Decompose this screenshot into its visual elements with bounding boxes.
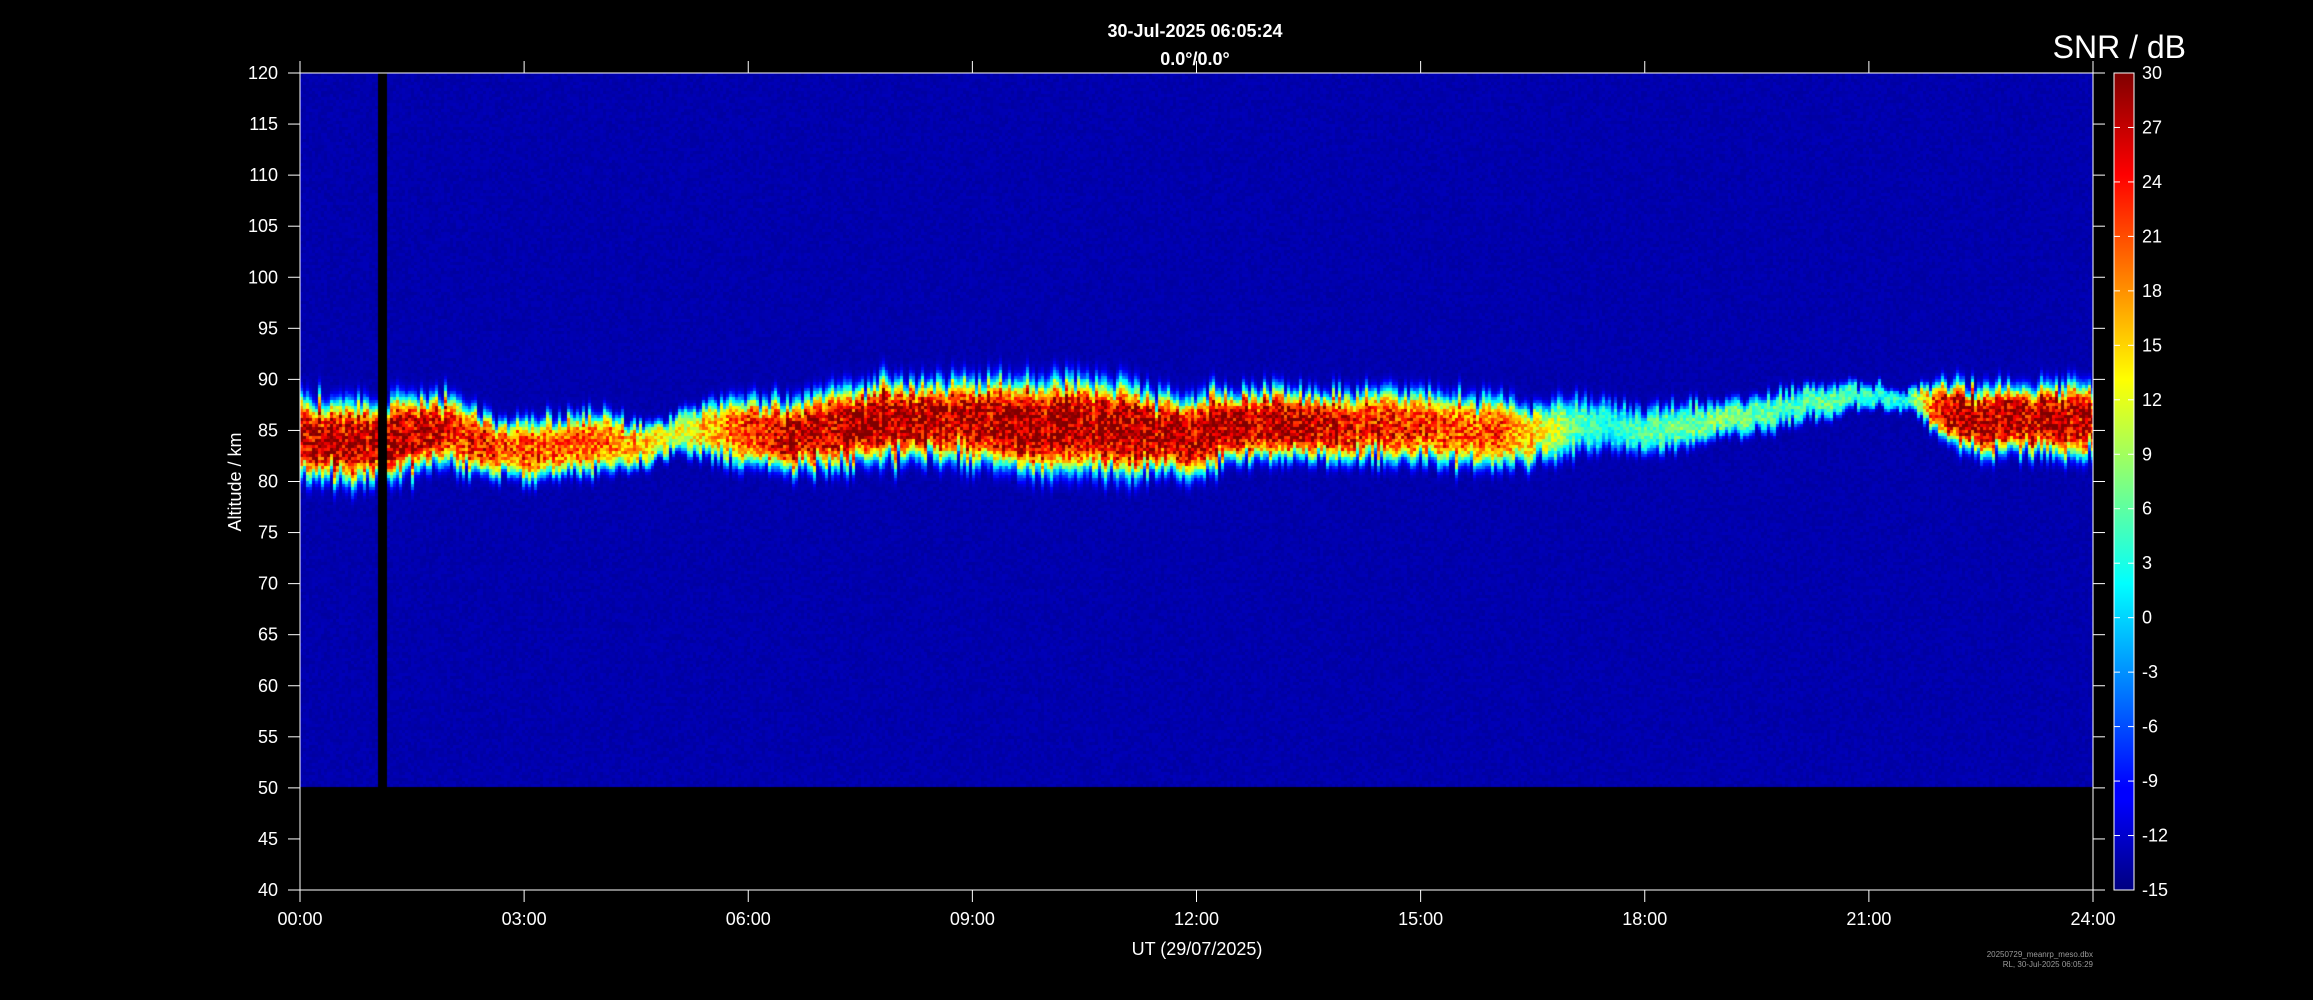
y-tick-label: 50 <box>258 778 278 798</box>
y-tick-label: 110 <box>249 165 278 185</box>
colorbar-title: SNR / dB <box>2053 29 2186 65</box>
colorbar-tick-label: 15 <box>2142 335 2162 355</box>
x-tick-label: 06:00 <box>726 909 771 929</box>
y-tick-label: 55 <box>258 727 278 747</box>
chart-title-line1: 30-Jul-2025 06:05:24 <box>1107 21 1282 41</box>
y-tick-label: 45 <box>258 829 278 849</box>
x-tick-label: 24:00 <box>2070 909 2115 929</box>
colorbar-tick-label: -12 <box>2142 826 2168 846</box>
colorbar-tick-label: -6 <box>2142 717 2158 737</box>
x-tick-label: 12:00 <box>1174 909 1219 929</box>
colorbar-tick-label: 27 <box>2142 117 2162 137</box>
colorbar-tick-label: -9 <box>2142 771 2158 791</box>
y-tick-label: 95 <box>258 318 278 338</box>
y-tick-label: 90 <box>258 369 278 389</box>
x-tick-label: 03:00 <box>502 909 547 929</box>
y-axis-label: Altitude / km <box>225 432 245 531</box>
colorbar-tick-label: -3 <box>2142 662 2158 682</box>
x-tick-label: 18:00 <box>1622 909 1667 929</box>
y-tick-label: 65 <box>258 625 278 645</box>
x-tick-label: 09:00 <box>950 909 995 929</box>
x-tick-label: 21:00 <box>1846 909 1891 929</box>
colorbar-tick-label: 24 <box>2142 172 2162 192</box>
chart-stage: 30-Jul-2025 06:05:24 0.0°/0.0° 00:00 03:0… <box>0 0 2313 1000</box>
colorbar-tick-label: 21 <box>2142 226 2162 246</box>
colorbar-tick-label: -15 <box>2142 880 2168 900</box>
colorbar-tick-label: 30 <box>2142 63 2162 83</box>
colorbar-tick-label: 0 <box>2142 608 2152 628</box>
heatmap-canvas <box>300 73 2093 890</box>
footer-filename: 20250729_meanrp_meso.dbx <box>1987 950 2093 959</box>
x-tick-label: 00:00 <box>277 909 322 929</box>
footer-timestamp: RL, 30-Jul-2025 06:05:29 <box>2003 960 2094 969</box>
colorbar-tick-label: 12 <box>2142 390 2162 410</box>
colorbar-tick-label: 18 <box>2142 281 2162 301</box>
y-tick-label: 120 <box>248 63 278 83</box>
chart-title-line2: 0.0°/0.0° <box>1160 49 1229 69</box>
x-axis-label: UT (29/07/2025) <box>1132 939 1263 959</box>
colorbar-tick-label: 6 <box>2142 499 2152 519</box>
y-tick-label: 85 <box>258 420 278 440</box>
x-tick-label: 15:00 <box>1398 909 1443 929</box>
y-tick-label: 115 <box>249 114 278 134</box>
y-tick-label: 60 <box>258 676 278 696</box>
y-tick-label: 40 <box>258 880 278 900</box>
y-tick-label: 100 <box>248 267 278 287</box>
colorbar-tick-label: 3 <box>2142 553 2152 573</box>
chart-svg: 30-Jul-2025 06:05:24 0.0°/0.0° 00:00 03:0… <box>225 21 2186 969</box>
colorbar-tick-label: 9 <box>2142 444 2152 464</box>
y-tick-label: 70 <box>258 574 278 594</box>
colorbar-gradient <box>2114 73 2134 890</box>
heatmap-container <box>300 73 2093 890</box>
y-tick-label: 80 <box>258 472 278 492</box>
y-tick-label: 105 <box>248 216 278 236</box>
y-tick-label: 75 <box>258 523 278 543</box>
